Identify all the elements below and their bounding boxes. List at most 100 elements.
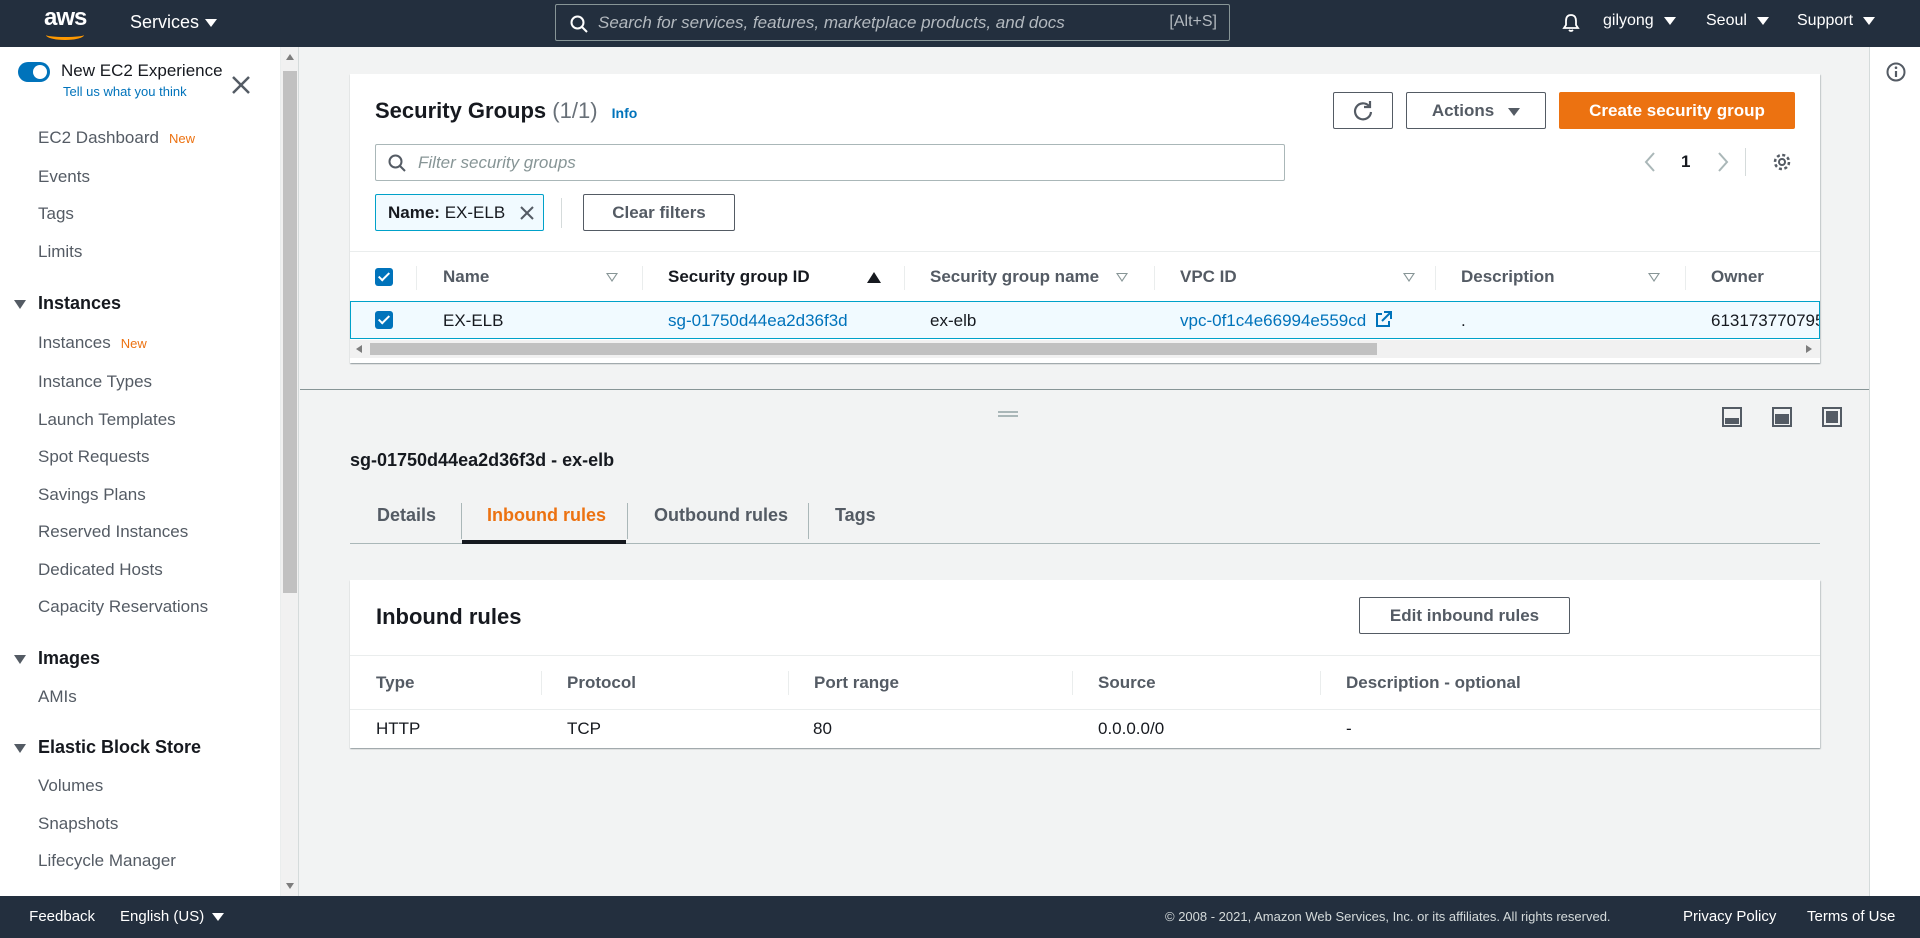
sidebar-section-instances[interactable]: Instances <box>14 293 121 314</box>
language-selector[interactable]: English (US) <box>120 908 225 925</box>
create-security-group-button[interactable]: Create security group <box>1559 92 1795 129</box>
filter-token[interactable]: Name: EX-ELB <box>375 194 544 231</box>
global-search-input[interactable] <box>598 9 1098 36</box>
account-menu[interactable]: gilyong <box>1603 12 1676 30</box>
sidebar-scrollbar[interactable] <box>281 47 299 896</box>
help-panel-rail <box>1869 47 1920 896</box>
region-name: Seoul <box>1706 12 1747 29</box>
column-header-description[interactable]: Description <box>1461 252 1555 302</box>
row-sg-id-link[interactable]: sg-01750d44ea2d36f3d <box>668 302 848 338</box>
support-label: Support <box>1797 12 1854 29</box>
new-badge: New <box>120 336 147 351</box>
column-separator <box>541 671 542 695</box>
caret-down-icon <box>212 913 225 922</box>
sort-ascending-icon[interactable] <box>867 272 881 283</box>
sidebar-section-label: Instances <box>38 293 122 313</box>
clear-filters-button[interactable]: Clear filters <box>583 194 735 231</box>
sidebar-item-reserved-instances[interactable]: Reserved Instances <box>38 522 188 542</box>
sidebar-section-images[interactable]: Images <box>14 648 100 669</box>
feedback-link[interactable]: Tell us what you think <box>63 84 187 99</box>
sidebar-item-launch-templates[interactable]: Launch Templates <box>38 410 176 430</box>
split-panel-divider[interactable] <box>300 389 1869 390</box>
privacy-policy-link[interactable]: Privacy Policy <box>1683 908 1776 925</box>
tab-outbound-rules[interactable]: Outbound rules <box>654 487 788 544</box>
select-all-checkbox[interactable] <box>375 268 393 286</box>
scrollbar-thumb[interactable] <box>283 71 297 593</box>
previous-page-icon[interactable] <box>1643 151 1657 173</box>
global-search[interactable]: [Alt+S] <box>555 4 1230 41</box>
sidebar-item-events[interactable]: Events <box>38 167 90 187</box>
sidebar-section-elastic-block-store[interactable]: Elastic Block Store <box>14 737 201 758</box>
sidebar-item-amis[interactable]: AMIs <box>38 687 77 707</box>
sidebar-item-volumes[interactable]: Volumes <box>38 776 103 796</box>
filter-security-groups[interactable] <box>375 144 1285 181</box>
sidebar-item-dedicated-hosts[interactable]: Dedicated Hosts <box>38 560 163 580</box>
column-header-name[interactable]: Name <box>443 252 489 302</box>
scroll-up-arrow-icon[interactable] <box>286 54 294 60</box>
aws-logo[interactable]: aws <box>44 6 88 40</box>
table-row[interactable]: EX-ELB sg-01750d44ea2d36f3d ex-elb vpc-0… <box>350 301 1820 339</box>
column-separator <box>788 671 789 695</box>
scrollbar-thumb[interactable] <box>370 343 1377 355</box>
scroll-left-arrow-icon[interactable] <box>356 345 362 353</box>
remove-filter-icon[interactable] <box>519 205 535 221</box>
new-experience-label: New EC2 Experience <box>61 61 223 80</box>
filter-token-value: EX-ELB <box>444 203 506 222</box>
gear-icon[interactable] <box>1772 152 1792 172</box>
tab-details[interactable]: Details <box>377 487 436 544</box>
sort-icon[interactable] <box>1648 273 1660 282</box>
column-header-sg-id[interactable]: Security group ID <box>668 252 810 302</box>
account-name: gilyong <box>1603 12 1654 29</box>
row-vpc-id-link[interactable]: vpc-0f1c4e66994e559cd <box>1180 302 1392 338</box>
tab-inbound-rules[interactable]: Inbound rules <box>487 487 606 544</box>
column-header-owner[interactable]: Owner <box>1711 252 1764 302</box>
column-header-sg-name[interactable]: Security group name <box>930 252 1099 302</box>
next-page-icon[interactable] <box>1716 151 1730 173</box>
sidebar-item-instance-types[interactable]: Instance Types <box>38 372 152 392</box>
external-link-icon <box>1375 311 1392 327</box>
sidebar-item-capacity-reservations[interactable]: Capacity Reservations <box>38 597 208 617</box>
sort-icon[interactable] <box>1403 273 1415 282</box>
services-menu-button[interactable]: Services <box>130 12 218 33</box>
tab-tags[interactable]: Tags <box>835 487 876 544</box>
sidebar-item-ec2-dashboard[interactable]: EC2 Dashboard New <box>38 128 195 148</box>
info-icon[interactable] <box>1886 62 1906 82</box>
layout-bottom-icon[interactable] <box>1722 407 1742 427</box>
edit-inbound-rules-button[interactable]: Edit inbound rules <box>1359 597 1570 634</box>
layout-full-icon[interactable] <box>1822 407 1842 427</box>
table-row: HTTP TCP 80 0.0.0.0/0 - <box>350 709 1820 747</box>
terms-of-use-link[interactable]: Terms of Use <box>1807 908 1895 925</box>
filter-input[interactable] <box>418 151 1218 175</box>
search-icon <box>388 154 406 172</box>
sidebar-item-tags[interactable]: Tags <box>38 204 74 224</box>
layout-half-icon[interactable] <box>1772 407 1792 427</box>
column-separator <box>1685 266 1686 290</box>
sidebar-item-limits[interactable]: Limits <box>38 242 82 262</box>
sidebar-item-snapshots[interactable]: Snapshots <box>38 814 118 834</box>
column-header-vpc-id[interactable]: VPC ID <box>1180 252 1237 302</box>
sort-icon[interactable] <box>1116 273 1128 282</box>
refresh-button[interactable] <box>1333 92 1393 129</box>
sort-icon[interactable] <box>606 273 618 282</box>
table-horizontal-scrollbar[interactable] <box>350 340 1820 358</box>
sidebar-item-savings-plans[interactable]: Savings Plans <box>38 485 146 505</box>
feedback-button[interactable]: Feedback <box>25 908 95 925</box>
scroll-down-arrow-icon[interactable] <box>286 883 294 889</box>
info-link[interactable]: Info <box>612 105 638 121</box>
region-menu[interactable]: Seoul <box>1706 12 1769 30</box>
tab-separator <box>627 503 628 539</box>
drag-handle-icon[interactable] <box>998 411 1018 417</box>
new-experience-toggle[interactable] <box>18 62 50 82</box>
sidebar-item-instances[interactable]: Instances New <box>38 333 147 353</box>
page-number[interactable]: 1 <box>1681 152 1690 172</box>
close-icon[interactable] <box>230 74 252 96</box>
tab-separator <box>808 503 809 539</box>
column-header-type: Type <box>376 673 415 692</box>
sidebar-item-lifecycle-manager[interactable]: Lifecycle Manager <box>38 851 176 871</box>
row-checkbox[interactable] <box>375 311 393 329</box>
notifications-bell-icon[interactable] <box>1561 13 1581 33</box>
scroll-right-arrow-icon[interactable] <box>1806 345 1812 353</box>
sidebar-item-spot-requests[interactable]: Spot Requests <box>38 447 150 467</box>
actions-button[interactable]: Actions <box>1406 92 1546 129</box>
support-menu[interactable]: Support <box>1797 12 1876 30</box>
